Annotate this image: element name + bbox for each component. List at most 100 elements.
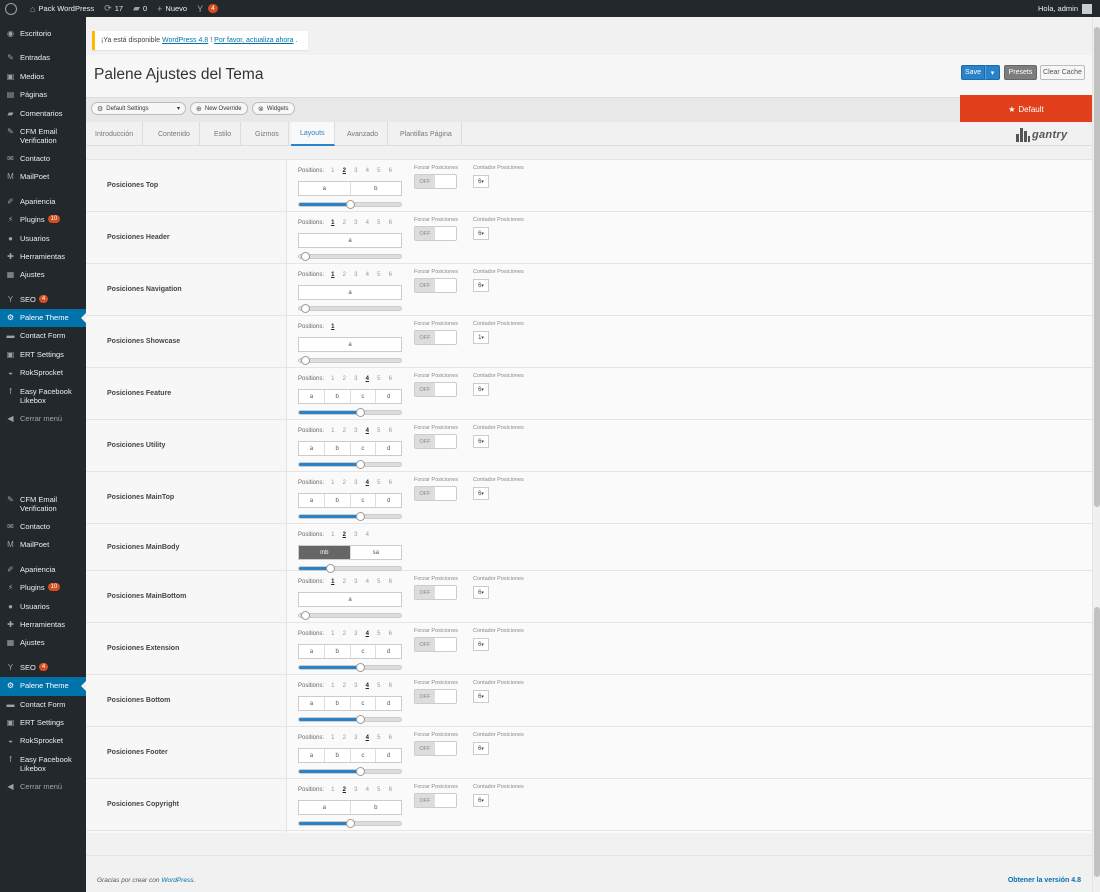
- force-positions-toggle[interactable]: OFF: [414, 741, 457, 756]
- position-count-option[interactable]: 2: [339, 376, 351, 382]
- force-positions-toggle[interactable]: OFF: [414, 278, 457, 293]
- tab-avanzado[interactable]: Avanzado: [338, 122, 389, 146]
- position-count-option[interactable]: 6: [385, 376, 397, 382]
- position-count-option[interactable]: 2: [339, 272, 351, 278]
- position-segment[interactable]: a: [299, 182, 351, 195]
- position-segment[interactable]: d: [376, 697, 401, 710]
- position-count-option[interactable]: 1: [327, 787, 339, 793]
- position-count-select[interactable]: 6 ▾: [473, 638, 489, 651]
- position-count-option[interactable]: 3: [350, 168, 362, 174]
- position-count-option[interactable]: 2: [339, 787, 351, 793]
- position-segment[interactable]: b: [325, 645, 351, 658]
- presets-button[interactable]: Presets: [1004, 65, 1037, 80]
- position-layout-preview[interactable]: a: [298, 233, 402, 248]
- layout-slider[interactable]: [298, 611, 402, 620]
- position-layout-preview[interactable]: a: [298, 285, 402, 300]
- force-positions-toggle[interactable]: OFF: [414, 174, 457, 189]
- position-count-option[interactable]: 4: [362, 735, 374, 741]
- sidebar-item-entradas[interactable]: ✎ Entradas: [0, 49, 86, 67]
- position-count-option[interactable]: 2: [339, 220, 351, 226]
- layout-slider[interactable]: [298, 819, 402, 828]
- position-count-option[interactable]: 3: [350, 787, 362, 793]
- position-count-option[interactable]: 1: [327, 532, 339, 538]
- new-content-link[interactable]: + Nuevo: [152, 0, 192, 17]
- scrollbar-thumb-lower[interactable]: [1094, 607, 1100, 877]
- position-count-select[interactable]: 1 ▾: [473, 331, 489, 344]
- sidebar-item-herramientas[interactable]: ✚ Herramientas: [0, 248, 86, 266]
- sidebar-item-contacto[interactable]: ✉ Contacto: [0, 518, 86, 536]
- slider-handle[interactable]: [301, 252, 310, 261]
- force-positions-toggle[interactable]: OFF: [414, 585, 457, 600]
- layout-slider[interactable]: [298, 460, 402, 469]
- save-options-button[interactable]: ▾: [985, 65, 1000, 80]
- sidebar-item-medios[interactable]: ▣ Medios: [0, 68, 86, 86]
- position-count-option[interactable]: 2: [339, 428, 351, 434]
- position-count-option[interactable]: 6: [385, 631, 397, 637]
- position-count-select[interactable]: 6 ▾: [473, 690, 489, 703]
- position-count-option[interactable]: 5: [373, 579, 385, 585]
- sidebar-item-contact-form[interactable]: ▬ Contact Form: [0, 327, 86, 345]
- position-layout-preview[interactable]: abcd: [298, 389, 402, 404]
- position-count-option[interactable]: 6: [385, 428, 397, 434]
- position-count-option[interactable]: 1: [327, 631, 339, 637]
- position-count-option[interactable]: 4: [362, 787, 374, 793]
- sidebar-item-usuarios[interactable]: ● Usuarios: [0, 598, 86, 616]
- sidebar-item-contacto[interactable]: ✉ Contacto: [0, 150, 86, 168]
- position-layout-preview[interactable]: a: [298, 592, 402, 607]
- my-account-menu[interactable]: Hola, admin: [1038, 3, 1100, 14]
- position-count-option[interactable]: 2: [339, 532, 351, 538]
- position-count-option[interactable]: 3: [350, 532, 362, 538]
- position-count-option[interactable]: 1: [327, 735, 339, 741]
- slider-handle[interactable]: [301, 356, 310, 365]
- position-count-option[interactable]: 5: [373, 787, 385, 793]
- wordpress-link[interactable]: WordPress: [161, 877, 193, 884]
- position-segment[interactable]: c: [351, 749, 377, 762]
- position-count-option[interactable]: 4: [362, 220, 374, 226]
- position-count-option[interactable]: 3: [350, 683, 362, 689]
- new-override-button[interactable]: ⊕ New Override: [190, 102, 248, 115]
- layout-slider[interactable]: [298, 408, 402, 417]
- sidebar-item-roksprocket[interactable]: ◒ RokSprocket: [0, 732, 86, 750]
- position-segment[interactable]: a: [299, 697, 325, 710]
- update-now-link[interactable]: Por favor, actualiza ahora: [214, 37, 293, 44]
- sidebar-item-herramientas[interactable]: ✚ Herramientas: [0, 616, 86, 634]
- sidebar-item-plugins[interactable]: ⚡ Plugins 10: [0, 579, 86, 597]
- save-button[interactable]: Save: [961, 65, 985, 80]
- position-count-option[interactable]: 1: [327, 220, 339, 226]
- position-segment[interactable]: c: [351, 494, 377, 507]
- position-count-option[interactable]: 4: [362, 168, 374, 174]
- position-count-option[interactable]: 4: [362, 631, 374, 637]
- position-segment[interactable]: c: [351, 697, 377, 710]
- position-segment[interactable]: c: [351, 645, 377, 658]
- default-settings-dropdown[interactable]: ⚙ Default Settings ▾: [91, 102, 186, 115]
- force-positions-toggle[interactable]: OFF: [414, 382, 457, 397]
- position-count-option[interactable]: 3: [350, 579, 362, 585]
- get-version-link[interactable]: Obtener la versión 4.8: [1008, 877, 1081, 884]
- position-layout-preview[interactable]: abcd: [298, 748, 402, 763]
- position-count-select[interactable]: 6 ▾: [473, 794, 489, 807]
- position-count-option[interactable]: 6: [385, 735, 397, 741]
- slider-handle[interactable]: [356, 715, 366, 724]
- position-count-option[interactable]: 6: [385, 683, 397, 689]
- position-count-option[interactable]: 4: [362, 532, 374, 538]
- position-segment[interactable]: a: [299, 286, 401, 299]
- position-count-select[interactable]: 6 ▾: [473, 435, 489, 448]
- widgets-button[interactable]: ⊗ Widgets: [252, 102, 295, 115]
- position-layout-preview[interactable]: abcd: [298, 493, 402, 508]
- position-segment[interactable]: a: [299, 801, 351, 814]
- position-segment[interactable]: a: [299, 645, 325, 658]
- tab-contenido[interactable]: Contenido: [149, 122, 200, 146]
- position-segment[interactable]: mb: [299, 546, 351, 559]
- position-layout-preview[interactable]: a: [298, 337, 402, 352]
- wordpress-version-link[interactable]: WordPress 4.8: [162, 37, 208, 44]
- position-layout-preview[interactable]: abcd: [298, 644, 402, 659]
- wordpress-logo-menu[interactable]: [0, 0, 25, 17]
- position-segment[interactable]: a: [299, 494, 325, 507]
- layout-slider[interactable]: [298, 252, 402, 261]
- sidebar-item-apariencia[interactable]: ✐ Apariencia: [0, 193, 86, 211]
- position-count-option[interactable]: 6: [385, 168, 397, 174]
- position-count-option[interactable]: 1: [327, 428, 339, 434]
- position-count-select[interactable]: 6 ▾: [473, 383, 489, 396]
- seo-menu[interactable]: Y4: [192, 0, 223, 17]
- position-count-option[interactable]: 3: [350, 428, 362, 434]
